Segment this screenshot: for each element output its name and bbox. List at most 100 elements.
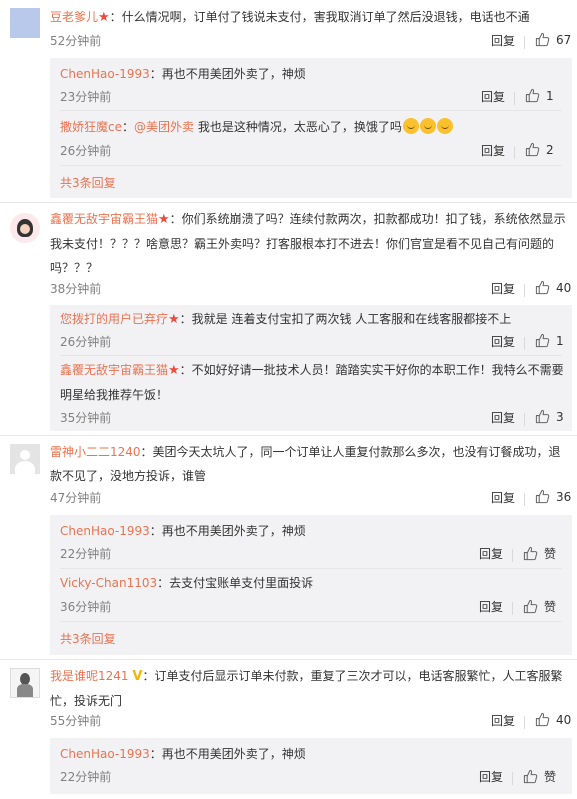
avatar[interactable] <box>10 8 40 38</box>
timestamp: 22分钟前 <box>60 547 112 561</box>
reply-meta: 26分钟前 回复 2 <box>60 142 572 162</box>
reply-button[interactable]: 回复 <box>491 280 515 297</box>
reply-button[interactable]: 回复 <box>491 333 515 350</box>
username-link[interactable]: ChenHao-1993 <box>60 747 150 761</box>
like-count: 36 <box>556 490 572 504</box>
like-count: 赞 <box>544 547 557 561</box>
like-count: 40 <box>556 281 572 295</box>
reply-button[interactable]: 回复 <box>479 768 503 785</box>
reply-button[interactable]: 回复 <box>491 32 515 49</box>
thumbs-up-icon <box>535 280 550 295</box>
username-link[interactable]: ChenHao-1993 <box>60 524 150 538</box>
reply-body: 我也是这种情况，太恶心了，换饿了吗 <box>194 120 402 134</box>
reply-button[interactable]: 回复 <box>481 142 505 159</box>
like-count: 赞 <box>544 770 557 784</box>
divider <box>0 659 577 660</box>
divider <box>60 110 562 111</box>
reply-button[interactable]: 回复 <box>491 489 515 506</box>
username-link[interactable]: 豆老爹儿 <box>50 10 98 24</box>
reply-meta: 23分钟前 回复 1 <box>60 88 572 108</box>
star-badge-icon: ★ <box>168 312 180 327</box>
thumbs-up-icon <box>523 769 538 784</box>
like-count: 1 <box>556 334 564 348</box>
comment-meta: 55分钟前 回复 40 <box>50 712 577 732</box>
divider <box>60 355 562 356</box>
thumbs-up-icon <box>525 142 540 157</box>
thumbs-up-icon <box>525 88 540 103</box>
comment-body: ：什么情况啊，订单付了钱说未支付，害我取消订单了然后没退钱，电话也不通 <box>109 10 530 24</box>
reply-meta: 35分钟前 回复 3 <box>60 409 572 429</box>
timestamp: 22分钟前 <box>60 770 112 784</box>
divider <box>60 621 562 622</box>
divider <box>512 602 513 615</box>
replies-panel: ChenHao-1993：再也不用美团外卖了，神烦 22分钟前 回复 赞 <box>50 738 572 794</box>
reply-body: ：再也不用美团外卖了，神烦 <box>149 67 306 81</box>
like-button[interactable]: 赞 <box>523 545 556 562</box>
avatar[interactable] <box>10 213 40 243</box>
like-count: 赞 <box>544 600 557 614</box>
avatar[interactable] <box>10 444 40 474</box>
like-button[interactable]: 40 <box>535 280 571 295</box>
laugh-emoji-icon <box>402 118 419 134</box>
star-badge-icon: ★ <box>158 212 170 227</box>
reply-text: 撒娇狂魔ce：@美团外卖 我也是这种情况，太恶心了，换饿了吗 <box>60 115 565 139</box>
replies-panel: ChenHao-1993：再也不用美团外卖了，神烦 22分钟前 回复 赞 Vic… <box>50 515 572 655</box>
like-count: 3 <box>556 410 564 424</box>
timestamp: 23分钟前 <box>60 90 112 104</box>
reply-meta: 22分钟前 回复 赞 <box>60 545 572 565</box>
like-button[interactable]: 1 <box>535 333 564 348</box>
reply-button[interactable]: 回复 <box>479 598 503 615</box>
comment-text: 鑫覆无敌宇宙霸王猫★：你们系统崩溃了吗？连续付款两次，扣款都成功！扣了钱，系统依… <box>50 207 572 280</box>
like-count: 1 <box>546 89 554 103</box>
username-link[interactable]: 我是谁呢1241 <box>50 669 129 683</box>
reply-button[interactable]: 回复 <box>491 712 515 729</box>
like-count: 2 <box>546 143 554 157</box>
reply-body: ：再也不用美团外卖了，神烦 <box>149 524 306 538</box>
divider <box>0 202 577 203</box>
reply-body: ：我就是 连着支付宝扣了两次钱 人工客服和在线客服都接不上 <box>179 312 512 326</box>
like-button[interactable]: 67 <box>535 32 571 47</box>
replies-panel: ChenHao-1993：再也不用美团外卖了，神烦 23分钟前 回复 1 撒娇狂… <box>50 58 572 198</box>
divider <box>512 772 513 785</box>
like-button[interactable]: 36 <box>535 489 571 504</box>
more-replies-link[interactable]: 共3条回复 <box>60 630 116 647</box>
username-link[interactable]: 雷神小二二1240 <box>50 445 141 459</box>
reply-button[interactable]: 回复 <box>481 88 505 105</box>
thumbs-up-icon <box>523 546 538 561</box>
like-button[interactable]: 赞 <box>523 768 556 785</box>
username-link[interactable]: Vicky-Chan1103 <box>60 576 157 590</box>
username-link[interactable]: 鑫覆无敌宇宙霸王猫 <box>60 363 168 377</box>
avatar[interactable] <box>10 668 40 698</box>
comment-meta: 47分钟前 回复 36 <box>50 489 577 509</box>
mention-link[interactable]: @美团外卖 <box>134 120 194 134</box>
divider <box>514 146 515 159</box>
like-button[interactable]: 2 <box>525 142 554 157</box>
username-link[interactable]: 撒娇狂魔ce <box>60 120 122 134</box>
reply-text: ChenHao-1993：再也不用美团外卖了，神烦 <box>60 519 565 543</box>
more-replies-link[interactable]: 共3条回复 <box>60 174 116 191</box>
reply-meta: 26分钟前 回复 1 <box>60 333 572 353</box>
reply-body: ：去支付宝账单支付里面投诉 <box>157 576 314 590</box>
comment-meta: 38分钟前 回复 40 <box>50 280 577 300</box>
thumbs-up-icon <box>535 32 550 47</box>
thumbs-up-icon <box>523 599 538 614</box>
divider <box>524 413 525 426</box>
username-link[interactable]: ChenHao-1993 <box>60 67 150 81</box>
reply-text: 鑫覆无敌宇宙霸王猫★：不如好好请一批技术人员！踏踏实实干好你的本职工作！我特么不… <box>60 358 565 407</box>
like-button[interactable]: 3 <box>535 409 564 424</box>
reply-text: ChenHao-1993：再也不用美团外卖了，神烦 <box>60 742 565 766</box>
like-button[interactable]: 1 <box>525 88 554 103</box>
like-button[interactable]: 赞 <box>523 598 556 615</box>
thumbs-up-icon <box>535 489 550 504</box>
username-link[interactable]: 您拨打的用户已弃疗 <box>60 312 168 326</box>
reply-button[interactable]: 回复 <box>491 409 515 426</box>
like-count: 40 <box>556 713 572 727</box>
like-button[interactable]: 40 <box>535 712 571 727</box>
timestamp: 26分钟前 <box>60 335 112 349</box>
reply-meta: 36分钟前 回复 赞 <box>60 598 572 618</box>
reply-button[interactable]: 回复 <box>479 545 503 562</box>
comment-text: 豆老爹儿★：什么情况啊，订单付了钱说未支付，害我取消订单了然后没退钱，电话也不通 <box>50 5 572 30</box>
username-link[interactable]: 鑫覆无敌宇宙霸王猫 <box>50 212 158 226</box>
comment-text: 雷神小二二1240：美团今天太坑人了，同一个订单让人重复付款那么多次，也没有订餐… <box>50 440 572 488</box>
reply-text: ChenHao-1993：再也不用美团外卖了，神烦 <box>60 62 565 86</box>
